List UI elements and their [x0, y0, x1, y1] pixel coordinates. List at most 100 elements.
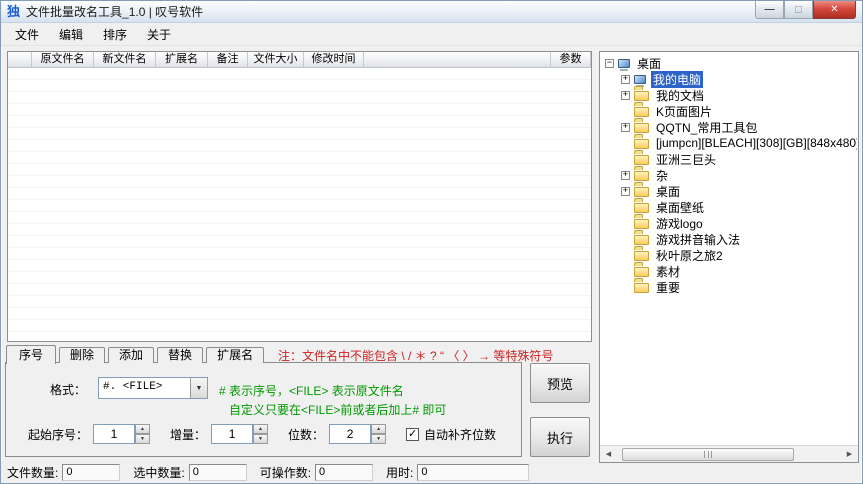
spin-up-icon[interactable]: ▲	[253, 424, 268, 434]
format-combobox[interactable]: #. <FILE> ▼	[98, 377, 208, 399]
column-header-修改时间[interactable]: 修改时间	[304, 52, 364, 68]
expand-plus-icon[interactable]: +	[621, 187, 630, 196]
status-value: 0	[417, 464, 529, 481]
folder-icon	[634, 281, 649, 293]
column-header-文件大小[interactable]: 文件大小	[248, 52, 304, 68]
column-header-blank-7[interactable]	[364, 52, 551, 68]
status-label: 文件数量:	[7, 464, 58, 481]
preview-button[interactable]: 预览	[530, 363, 590, 403]
tree-item-2[interactable]: + 我的电脑	[603, 71, 857, 87]
tree-item-11[interactable]: 游戏logo	[603, 215, 857, 231]
tab-扩展名[interactable]: 扩展名	[206, 347, 264, 363]
tree-item-label[interactable]: 我的电脑	[651, 71, 703, 88]
spinner-input[interactable]	[93, 424, 135, 444]
format-hint-line2: 自定义只要在<FILE>前或者后加上# 即可	[229, 401, 446, 418]
folder-icon	[634, 265, 649, 277]
tab-添加[interactable]: 添加	[108, 347, 154, 363]
maximize-button[interactable]: ◻	[784, 1, 813, 19]
format-value[interactable]: #. <FILE>	[99, 378, 190, 398]
tree-horizontal-scrollbar[interactable]: ◀ ▶	[600, 445, 858, 462]
tree-item-label[interactable]: 桌面	[654, 183, 682, 200]
menu-item-3[interactable]: 排序	[93, 23, 137, 46]
tree-item-14[interactable]: 素材	[603, 263, 857, 279]
tree-item-15[interactable]: 重要	[603, 279, 857, 295]
tree-item-label[interactable]: 我的文档	[654, 87, 706, 104]
column-header-扩展名[interactable]: 扩展名	[156, 52, 208, 68]
tree-item-4[interactable]: K页面图片	[603, 103, 857, 119]
tree-item-8[interactable]: +杂	[603, 167, 857, 183]
folder-glyph	[634, 187, 649, 197]
status-value: 0	[189, 464, 247, 481]
minimize-button[interactable]: —	[755, 1, 784, 19]
collapse-minus-icon[interactable]: −	[605, 59, 614, 68]
menu-item-1[interactable]: 文件	[5, 23, 49, 46]
column-header-blank-0[interactable]	[8, 52, 32, 68]
column-header-备注[interactable]: 备注	[208, 52, 248, 68]
expand-plus-icon[interactable]: +	[621, 75, 630, 84]
tree-item-label[interactable]: 桌面	[635, 55, 663, 72]
scrollbar-thumb[interactable]	[622, 448, 794, 461]
tree-item-label[interactable]: [jumpcn][BLEACH][308][GB][848x480]	[654, 136, 857, 150]
status-field-3: 可操作数:0	[260, 464, 373, 481]
tree-item-label[interactable]: 桌面壁纸	[654, 199, 706, 216]
tree-item-6[interactable]: [jumpcn][BLEACH][308][GB][848x480]	[603, 135, 857, 151]
spinner-input[interactable]	[329, 424, 371, 444]
checkbox-checked-icon[interactable]: ✓	[406, 428, 419, 441]
spin-down-icon[interactable]: ▼	[135, 434, 150, 444]
column-header-原文件名[interactable]: 原文件名	[32, 52, 94, 68]
folder-icon	[634, 201, 649, 213]
menu-item-4[interactable]: 关于	[137, 23, 181, 46]
menu-item-2[interactable]: 编辑	[49, 23, 93, 46]
title-bar[interactable]: 独 文件批量改名工具_1.0 | 叹号软件	[1, 1, 862, 23]
tree-item-1[interactable]: − 桌面	[603, 55, 857, 71]
tree-item-5[interactable]: + QQTN_常用工具包	[603, 119, 857, 135]
tree-item-9[interactable]: + 桌面	[603, 183, 857, 199]
tree-item-label[interactable]: 亚洲三巨头	[654, 151, 718, 168]
computer-icon	[634, 75, 646, 84]
scroll-left-icon[interactable]: ◀	[600, 446, 617, 462]
tree-item-label[interactable]: 重要	[654, 279, 682, 296]
tree-item-label[interactable]: 素材	[654, 263, 682, 280]
computer-glyph	[618, 59, 630, 68]
tab-删除[interactable]: 删除	[59, 347, 105, 363]
expand-plus-icon[interactable]: +	[621, 123, 630, 132]
close-button[interactable]: ✕	[813, 1, 856, 19]
tree-item-3[interactable]: + 我的文档	[603, 87, 857, 103]
status-value: 0	[62, 464, 120, 481]
scroll-right-icon[interactable]: ▶	[841, 446, 858, 462]
execute-button[interactable]: 执行	[530, 417, 590, 457]
spin-up-icon[interactable]: ▲	[135, 424, 150, 434]
tree-item-label[interactable]: 杂	[654, 167, 670, 184]
status-value: 0	[315, 464, 373, 481]
tree-item-10[interactable]: 桌面壁纸	[603, 199, 857, 215]
tree-item-label[interactable]: 秋叶原之旅2	[654, 247, 725, 264]
folder-icon	[634, 89, 649, 101]
column-header-新文件名[interactable]: 新文件名	[94, 52, 156, 68]
chevron-down-icon[interactable]: ▼	[190, 378, 207, 398]
folder-icon	[634, 137, 649, 149]
tree-item-label[interactable]: K页面图片	[654, 103, 714, 120]
spin-down-icon[interactable]: ▼	[253, 434, 268, 444]
tab-序号[interactable]: 序号	[6, 345, 56, 364]
tree-item-7[interactable]: 亚洲三巨头	[603, 151, 857, 167]
tree-item-13[interactable]: 秋叶原之旅2	[603, 247, 857, 263]
folder-tree-rows: − 桌面 + 我的电脑 + 我的文档K页面图片 + QQTN_常用工具包[jumpcn][BL…	[603, 55, 857, 444]
tree-item-label[interactable]: 游戏拼音输入法	[654, 231, 742, 248]
sequence-options-row: 起始序号：▲▼增量：▲▼位数：▲▼✓自动补齐位数	[28, 424, 496, 444]
window-title: 文件批量改名工具_1.0 | 叹号软件	[26, 3, 203, 20]
computer-glyph	[634, 75, 646, 84]
tree-item-label[interactable]: QQTN_常用工具包	[654, 119, 759, 136]
tab-替换[interactable]: 替换	[157, 347, 203, 363]
expand-plus-icon[interactable]: +	[621, 171, 630, 180]
spin-down-icon[interactable]: ▼	[371, 434, 386, 444]
status-label: 选中数量:	[133, 464, 184, 481]
spinner-input[interactable]	[211, 424, 253, 444]
expand-plus-icon[interactable]: +	[621, 91, 630, 100]
file-list-body[interactable]	[8, 68, 591, 341]
tree-item-12[interactable]: 游戏拼音输入法	[603, 231, 857, 247]
column-header-参数[interactable]: 参数	[551, 52, 591, 68]
spin-up-icon[interactable]: ▲	[371, 424, 386, 434]
folder-icon	[634, 233, 649, 245]
tab-bar: 序号删除添加替换扩展名	[6, 344, 267, 363]
tree-item-label[interactable]: 游戏logo	[654, 215, 705, 232]
